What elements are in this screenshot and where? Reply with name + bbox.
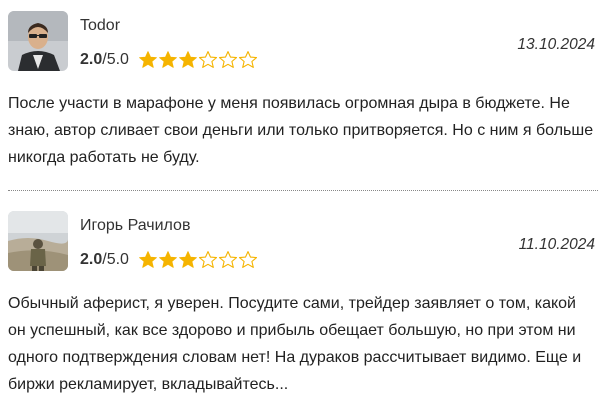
review-text: После участи в марафоне у меня появилась… [8,95,594,166]
rating-score: 2.0/5.0 [80,51,129,68]
review-author: Todor [80,17,121,34]
review-date: 11.10.2024 [518,236,595,253]
star-outline-icon [218,251,237,268]
star-filled-icon [139,251,157,268]
rating-stars [138,50,258,70]
divider [8,190,598,191]
star-outline-icon [238,51,257,68]
rating-score: 2.0/5.0 [80,251,129,268]
star-outline-icon [198,51,217,68]
rating: 2.0/5.0 [80,49,258,71]
review-text: Обычный аферист, я уверен. Посудите сами… [8,295,582,393]
star-outline-icon [238,251,257,268]
review-card: Игорь Рачилов 2.0/5.0 11.10.2024 Обычный… [0,200,614,405]
avatar [8,11,68,71]
star-filled-icon [139,51,157,68]
avatar [8,211,68,271]
star-outline-icon [198,251,217,268]
star-outline-icon [218,51,237,68]
star-filled-icon [179,51,197,68]
review-date: 13.10.2024 [517,36,595,53]
star-filled-icon [159,51,177,68]
star-filled-icon [179,251,197,268]
rating: 2.0/5.0 [80,249,258,271]
review-card: Todor 2.0/5.0 13.10.2024 После участи в … [0,0,614,191]
review-author: Игорь Рачилов [80,217,191,234]
rating-stars [138,250,258,270]
star-filled-icon [159,251,177,268]
